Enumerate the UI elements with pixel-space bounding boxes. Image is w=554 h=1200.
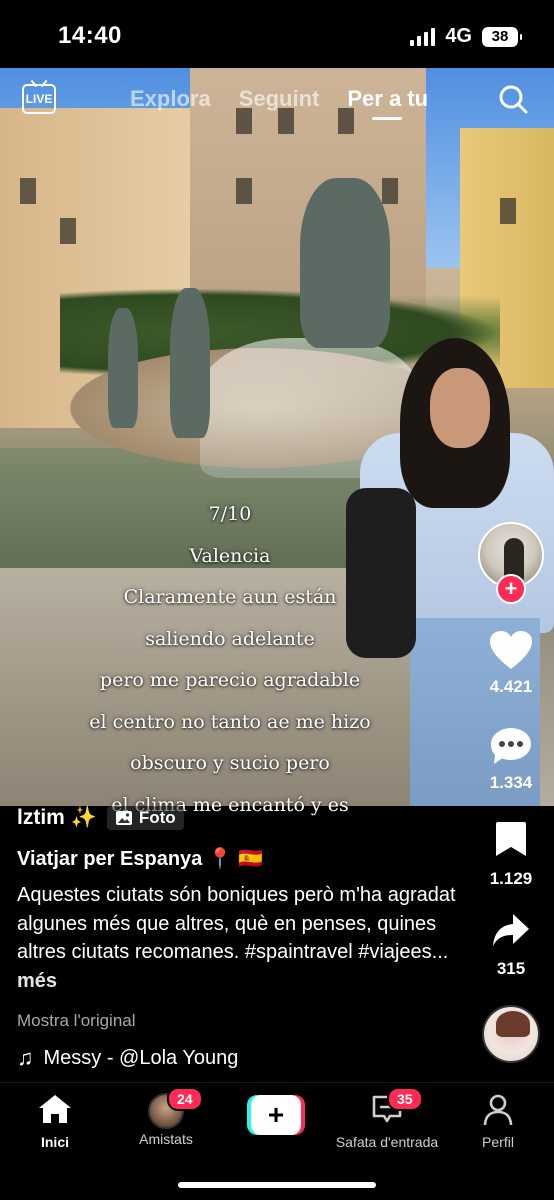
nav-inbox-label: Safata d'entrada bbox=[335, 1134, 439, 1150]
comment-icon bbox=[491, 728, 531, 764]
more-link[interactable]: més bbox=[17, 970, 57, 992]
nav-friends[interactable]: Amistats 24 bbox=[111, 1087, 221, 1147]
overlay-line: pero me parecio agradable bbox=[99, 669, 361, 691]
plus-icon: + bbox=[251, 1095, 301, 1135]
nav-friends-label: Amistats bbox=[139, 1131, 193, 1147]
overlay-line: 7/10 bbox=[208, 503, 252, 525]
sound-disc[interactable] bbox=[482, 1005, 540, 1063]
save-count: 1.129 bbox=[489, 869, 533, 888]
search-icon[interactable] bbox=[498, 84, 528, 114]
sound-row[interactable]: ♫ Messy - @Lola Young bbox=[17, 1045, 457, 1071]
battery-icon: 38 bbox=[482, 26, 522, 47]
network-label: 4G bbox=[445, 25, 472, 47]
like-button[interactable]: 4.421 bbox=[476, 630, 546, 697]
overlay-line: saliendo adelante bbox=[145, 627, 315, 650]
like-count: 4.421 bbox=[489, 677, 533, 696]
home-icon bbox=[39, 1095, 71, 1123]
overlay-line: el centro no tanto ae me hizo bbox=[89, 710, 371, 733]
image-icon bbox=[115, 811, 132, 825]
overlay-line: Valencia bbox=[189, 544, 271, 567]
nav-home[interactable]: Inici bbox=[0, 1093, 110, 1150]
comment-button[interactable]: 1.334 bbox=[476, 726, 546, 793]
nav-home-label: Inici bbox=[40, 1134, 69, 1150]
create-button[interactable]: + bbox=[247, 1095, 305, 1135]
battery-level: 38 bbox=[491, 28, 509, 45]
sound-name: Messy - @Lola Young bbox=[43, 1046, 239, 1069]
status-bar: 14:40 4G 38 bbox=[0, 0, 554, 68]
status-time: 14:40 bbox=[58, 22, 122, 49]
post-info: lztim ✨ Foto Viatjar per Espanya 📍 🇪🇸 Aq… bbox=[17, 806, 457, 1071]
post-description[interactable]: Aquestes ciutats són boniques però m'ha … bbox=[17, 881, 457, 995]
signal-icon bbox=[410, 27, 436, 46]
share-button[interactable]: 315 bbox=[476, 912, 546, 979]
live-icon[interactable]: LIVE bbox=[22, 84, 56, 114]
tab-seguint[interactable]: Seguint bbox=[239, 86, 320, 112]
follow-plus-icon[interactable]: + bbox=[496, 574, 526, 604]
music-note-icon: ♫ bbox=[17, 1045, 34, 1070]
tab-explora[interactable]: Explora bbox=[130, 86, 211, 112]
photo-type-label: Foto bbox=[138, 808, 176, 827]
home-indicator bbox=[178, 1182, 376, 1188]
nav-profile[interactable]: Perfil bbox=[443, 1093, 553, 1150]
inbox-badge: 35 bbox=[387, 1087, 423, 1111]
top-nav: LIVE Explora Seguint Per a tu bbox=[0, 78, 554, 122]
nav-inbox[interactable]: Safata d'entrada 35 bbox=[327, 1087, 447, 1150]
heart-icon bbox=[490, 631, 532, 669]
description-text: Aquestes ciutats són boniques però m'ha … bbox=[17, 884, 456, 963]
nav-profile-label: Perfil bbox=[482, 1134, 514, 1150]
author-name[interactable]: lztim ✨ bbox=[17, 806, 97, 830]
comment-count: 1.334 bbox=[489, 773, 533, 792]
share-count: 315 bbox=[496, 959, 526, 978]
tab-per-a-tu[interactable]: Per a tu bbox=[347, 86, 428, 120]
photo-caption-overlay: 7/10 Valencia Claramente aun están salie… bbox=[60, 494, 400, 826]
show-original-link[interactable]: Mostra l'original bbox=[17, 1011, 457, 1031]
live-label: LIVE bbox=[25, 92, 53, 106]
photo-type-tag: Foto bbox=[106, 806, 184, 830]
friends-badge: 24 bbox=[167, 1087, 203, 1111]
overlay-line: Claramente aun están bbox=[123, 586, 337, 608]
share-icon bbox=[493, 914, 529, 946]
profile-icon bbox=[483, 1094, 513, 1126]
bookmark-icon bbox=[496, 822, 526, 856]
overlay-line: obscuro y sucio pero bbox=[130, 752, 330, 774]
post-title: Viatjar per Espanya 📍 🇪🇸 bbox=[17, 848, 264, 870]
save-button[interactable]: 1.129 bbox=[476, 820, 546, 889]
